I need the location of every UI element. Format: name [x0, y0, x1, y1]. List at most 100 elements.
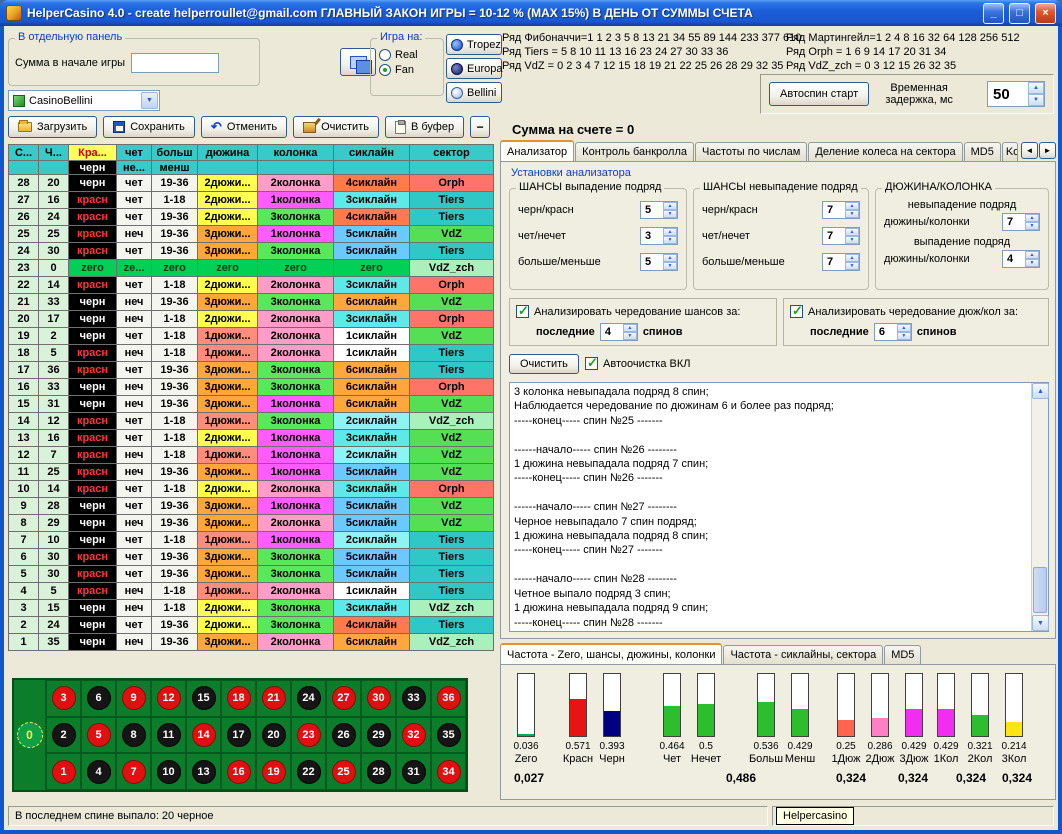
start-sum-input[interactable] — [131, 53, 219, 73]
board-cell-31[interactable]: 31 — [396, 753, 431, 790]
board-cell-27[interactable]: 27 — [326, 680, 361, 717]
tab-bankroll[interactable]: Контроль банкролла — [575, 142, 694, 161]
nonappear-more-less-stepper[interactable]: 7 — [822, 253, 860, 271]
spin-down-icon[interactable] — [663, 262, 677, 270]
board-cell-4[interactable]: 4 — [81, 753, 116, 790]
scrollbar-thumb[interactable] — [1033, 567, 1047, 613]
board-cell-22[interactable]: 22 — [291, 753, 326, 790]
spin-row-24[interactable]: 2430краснчет19-363дюжи...3колонка5сиклай… — [9, 243, 494, 260]
save-button[interactable]: Сохранить — [103, 116, 195, 138]
autospin-start-button[interactable]: Автоспин старт — [769, 82, 869, 106]
spin-row-6[interactable]: 630краснчет19-363дюжи...3колонка5сиклайн… — [9, 549, 494, 566]
tropez-button[interactable]: Tropez — [446, 34, 502, 55]
board-cell-14[interactable]: 14 — [186, 717, 221, 754]
board-cell-25[interactable]: 25 — [326, 753, 361, 790]
board-cell-33[interactable]: 33 — [396, 680, 431, 717]
spin-up-icon[interactable] — [663, 202, 677, 210]
nonappear-black-red-stepper[interactable]: 7 — [822, 201, 860, 219]
board-cell-20[interactable]: 20 — [256, 717, 291, 754]
board-cell-24[interactable]: 24 — [291, 680, 326, 717]
spin-row-23[interactable]: 230zeroze...zerozerozerozeroVdZ_zch — [9, 260, 494, 277]
board-zero-cell[interactable]: 0 — [14, 680, 46, 790]
board-cell-26[interactable]: 26 — [326, 717, 361, 754]
spin-down-icon[interactable] — [845, 210, 859, 218]
spin-row-21[interactable]: 2133черннеч19-363дюжи...3колонка6сиклайн… — [9, 294, 494, 311]
nonappear-even-odd-stepper[interactable]: 7 — [822, 227, 860, 245]
dozens-alternation-checkbox[interactable] — [790, 305, 803, 318]
tab-wheel-sectors[interactable]: Деление колеса на сектора — [808, 142, 962, 161]
spin-row-11[interactable]: 1125красннеч19-363дюжи...1колонка5сиклай… — [9, 464, 494, 481]
load-button[interactable]: Загрузить — [8, 116, 97, 138]
chances-spins-stepper[interactable]: 4 — [600, 323, 638, 341]
tab-scroll-right-icon[interactable]: ► — [1039, 142, 1056, 159]
board-cell-28[interactable]: 28 — [361, 753, 396, 790]
board-cell-21[interactable]: 21 — [256, 680, 291, 717]
board-cell-36[interactable]: 36 — [431, 680, 466, 717]
collapse-button[interactable]: − — [470, 116, 490, 138]
board-cell-16[interactable]: 16 — [221, 753, 256, 790]
board-cell-1[interactable]: 1 — [46, 753, 81, 790]
spin-down-icon[interactable] — [623, 332, 637, 340]
spin-up-icon[interactable] — [623, 324, 637, 332]
europa-button[interactable]: Europa — [446, 58, 502, 79]
dozen-appear-stepper[interactable]: 4 — [1002, 250, 1040, 268]
spin-row-27[interactable]: 2716краснчет1-182дюжи...1колонка3сиклайн… — [9, 192, 494, 209]
spin-up-icon[interactable] — [663, 228, 677, 236]
spin-up-icon[interactable] — [845, 228, 859, 236]
board-cell-18[interactable]: 18 — [221, 680, 256, 717]
spin-row-20[interactable]: 2017черннеч1-182дюжи...2колонка3сиклайнO… — [9, 311, 494, 328]
chances-alternation-checkbox[interactable] — [516, 305, 529, 318]
spin-row-22[interactable]: 2214краснчет1-182дюжи...2колонка3сиклайн… — [9, 277, 494, 294]
board-cell-19[interactable]: 19 — [256, 753, 291, 790]
tab-chart-md5[interactable]: MD5 — [884, 645, 921, 664]
delay-up-icon[interactable]: ▲ — [1028, 82, 1044, 94]
board-cell-29[interactable]: 29 — [361, 717, 396, 754]
spin-down-icon[interactable] — [1025, 222, 1039, 230]
scroll-up-icon[interactable]: ▲ — [1032, 383, 1049, 399]
board-cell-23[interactable]: 23 — [291, 717, 326, 754]
autoclear-checkbox[interactable] — [585, 357, 598, 370]
tab-md5[interactable]: MD5 — [964, 142, 1001, 161]
board-cell-30[interactable]: 30 — [361, 680, 396, 717]
tab-analyzer[interactable]: Анализатор — [500, 140, 574, 161]
board-cell-2[interactable]: 2 — [46, 717, 81, 754]
spin-row-25[interactable]: 2525красннеч19-363дюжи...1колонка5сиклай… — [9, 226, 494, 243]
log-scrollbar[interactable]: ▲ ▼ — [1031, 383, 1048, 631]
board-cell-12[interactable]: 12 — [151, 680, 186, 717]
buffer-button[interactable]: В буфер — [385, 116, 464, 138]
spin-row-28[interactable]: 2820чернчет19-362дюжи...2колонка4сиклайн… — [9, 175, 494, 192]
spin-up-icon[interactable] — [845, 254, 859, 262]
board-cell-8[interactable]: 8 — [116, 717, 151, 754]
tab-freq-sixlines-sectors[interactable]: Частота - сиклайны, сектора — [723, 645, 883, 664]
board-cell-3[interactable]: 3 — [46, 680, 81, 717]
casino-select[interactable]: CasinoBellini ▼ — [8, 90, 160, 111]
spin-up-icon[interactable] — [663, 254, 677, 262]
spin-row-8[interactable]: 829черннеч19-363дюжи...2колонка5сиклайнV… — [9, 515, 494, 532]
spin-row-15[interactable]: 1531черннеч19-363дюжи...1колонка6сиклайн… — [9, 396, 494, 413]
dozen-nonappear-stepper[interactable]: 7 — [1002, 213, 1040, 231]
clear-log-button[interactable]: Очистить — [509, 354, 579, 374]
spin-row-1[interactable]: 135черннеч19-363дюжи...2колонка6сиклайнV… — [9, 634, 494, 651]
clear-button[interactable]: Очистить — [293, 116, 379, 138]
tab-scroll-left-icon[interactable]: ◄ — [1021, 142, 1038, 159]
spin-row-4[interactable]: 45красннеч1-181дюжи...2колонка1сиклайнTi… — [9, 583, 494, 600]
undo-button[interactable]: ↶ Отменить — [201, 116, 287, 138]
spin-down-icon[interactable] — [663, 210, 677, 218]
board-cell-17[interactable]: 17 — [221, 717, 256, 754]
spin-row-14[interactable]: 1412краснчет1-181дюжи...3колонка2сиклайн… — [9, 413, 494, 430]
board-cell-13[interactable]: 13 — [186, 753, 221, 790]
tab-number-frequencies[interactable]: Частоты по числам — [695, 142, 807, 161]
bellini-button[interactable]: Bellini — [446, 82, 502, 103]
spin-row-26[interactable]: 2624краснчет19-362дюжи...3колонка4сиклай… — [9, 209, 494, 226]
board-cell-32[interactable]: 32 — [396, 717, 431, 754]
board-cell-9[interactable]: 9 — [116, 680, 151, 717]
spin-down-icon[interactable] — [663, 236, 677, 244]
radio-fan[interactable]: Fan — [379, 64, 443, 76]
spin-up-icon[interactable] — [1025, 251, 1039, 259]
spin-down-icon[interactable] — [1025, 259, 1039, 267]
spin-row-3[interactable]: 315черннеч1-182дюжи...3колонка3сиклайнVd… — [9, 600, 494, 617]
title-bar[interactable]: HelperCasino 4.0 - create helperroullet@… — [0, 0, 1062, 26]
board-number-zero[interactable]: 0 — [17, 722, 43, 748]
spin-row-17[interactable]: 1736краснчет19-363дюжи...3колонка6сиклай… — [9, 362, 494, 379]
board-cell-5[interactable]: 5 — [81, 717, 116, 754]
